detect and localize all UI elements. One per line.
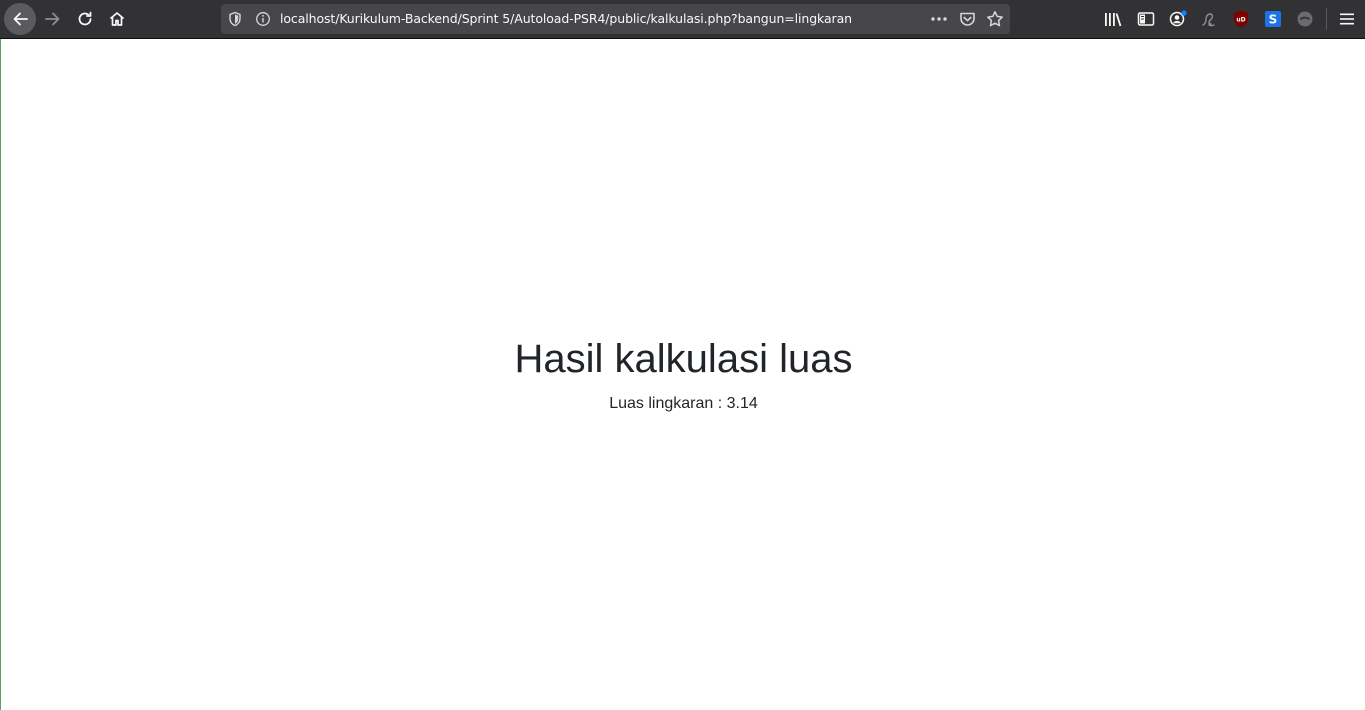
site-info-icon[interactable]	[255, 11, 271, 27]
library-icon[interactable]	[1103, 9, 1123, 29]
forward-icon	[44, 10, 62, 28]
browser-toolbar: localhost/Kurikulum-Backend/Sprint 5/Aut…	[0, 0, 1365, 39]
svg-text:S: S	[1269, 13, 1278, 27]
url-text[interactable]: localhost/Kurikulum-Backend/Sprint 5/Aut…	[280, 11, 852, 26]
forward-button[interactable]	[38, 4, 68, 34]
back-button[interactable]	[4, 3, 36, 35]
toolbar-separator	[1326, 8, 1327, 30]
reload-icon	[76, 10, 94, 28]
page-actions-more-icon[interactable]	[928, 9, 950, 29]
svg-text:uD: uD	[1236, 17, 1245, 24]
account-icon[interactable]	[1168, 9, 1188, 29]
reload-button[interactable]	[70, 4, 100, 34]
extension-s-icon[interactable]: S	[1263, 9, 1283, 29]
extension-disabled-icon[interactable]	[1295, 9, 1315, 29]
bookmark-star-icon[interactable]	[984, 9, 1006, 29]
pocket-icon[interactable]	[956, 9, 978, 29]
sidebar-icon[interactable]	[1136, 9, 1156, 29]
home-icon	[108, 10, 126, 28]
ublock-icon[interactable]: uD	[1231, 9, 1251, 29]
page-content: Hasil kalkulasi luas Luas lingkaran : 3.…	[0, 39, 1365, 710]
back-icon	[11, 10, 29, 28]
home-button[interactable]	[102, 4, 132, 34]
address-bar[interactable]: localhost/Kurikulum-Backend/Sprint 5/Aut…	[221, 4, 1010, 34]
tracking-protection-shield-icon[interactable]	[227, 11, 243, 27]
menu-icon[interactable]	[1337, 9, 1357, 29]
area-result-text: Luas lingkaran : 3.14	[609, 395, 758, 412]
page-title: Hasil kalkulasi luas	[514, 337, 853, 381]
extension-icon[interactable]	[1199, 9, 1219, 29]
